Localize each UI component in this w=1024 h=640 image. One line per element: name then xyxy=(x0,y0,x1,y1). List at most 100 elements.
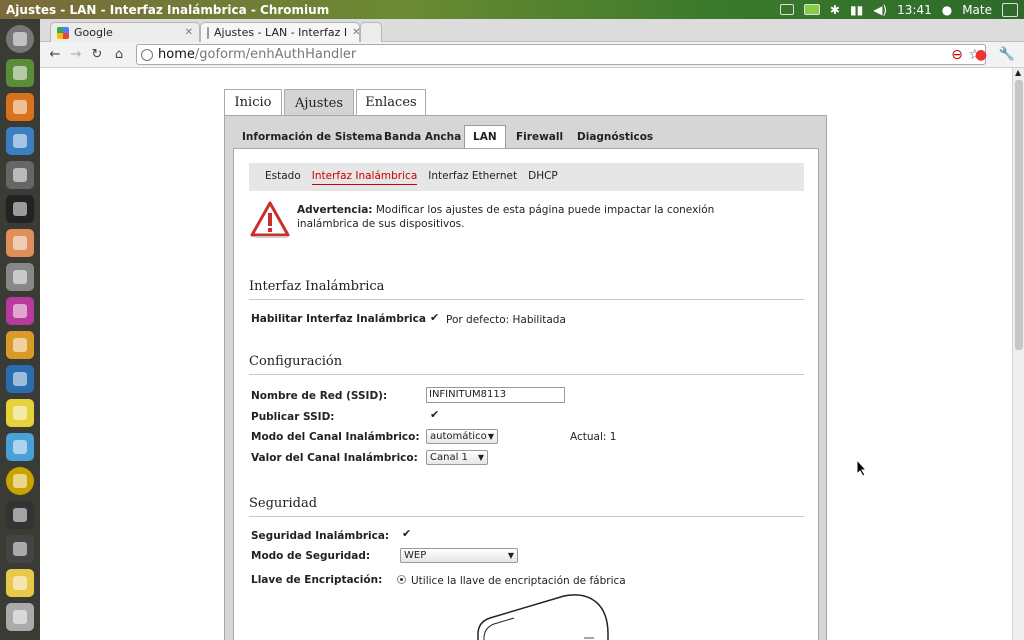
security-mode-select[interactable]: WEP ▼ xyxy=(400,548,518,563)
google-favicon-icon xyxy=(57,26,69,39)
disk-icon[interactable] xyxy=(6,229,34,257)
enable-label: Habilitar Interfaz Inalámbrica xyxy=(251,313,426,325)
media-icon[interactable] xyxy=(6,467,34,495)
dropdown-arrow-icon: ▼ xyxy=(477,453,484,462)
mouse-cursor-icon xyxy=(856,459,868,477)
subtab-informacion[interactable]: Información de Sistema xyxy=(242,127,382,147)
wireless-security-label: Seguridad Inalámbrica: xyxy=(251,530,390,542)
top-panel: Ajustes - LAN - Interfaz Inalámbrica - C… xyxy=(0,0,1024,19)
bittorrent-icon[interactable] xyxy=(6,433,34,461)
dropdown-arrow-icon: ▼ xyxy=(507,551,514,560)
launcher xyxy=(0,19,40,640)
browser-tab-strip: Google ✕ Ajustes - LAN - Interfaz I ✕ xyxy=(40,19,1024,42)
user-name[interactable]: Mate xyxy=(962,3,992,17)
scroll-thumb[interactable] xyxy=(1015,80,1023,350)
warning-icon xyxy=(250,201,290,238)
section-interfaz: Interfaz Inalámbrica xyxy=(249,279,804,300)
main-tab-inicio[interactable]: Inicio xyxy=(224,89,282,115)
main-tab-enlaces[interactable]: Enlaces xyxy=(356,89,426,115)
bluetooth-icon[interactable]: ✱ xyxy=(830,3,840,17)
enable-note: Por defecto: Habilitada xyxy=(446,314,566,326)
router-image xyxy=(477,594,609,640)
clock[interactable]: 13:41 xyxy=(897,3,932,17)
trash-icon[interactable] xyxy=(6,603,34,631)
publish-ssid-label: Publicar SSID: xyxy=(251,411,335,423)
network-icon[interactable]: ▮▮ xyxy=(850,3,863,17)
channel-mode-select[interactable]: automático ▼ xyxy=(426,429,498,444)
scroll-up-arrow-icon[interactable]: ▲ xyxy=(1015,68,1021,77)
nav-dhcp[interactable]: DHCP xyxy=(528,170,558,184)
subtab-diagnosticos[interactable]: Diagnósticos xyxy=(577,127,653,147)
warning-label: Advertencia: xyxy=(297,204,373,216)
settings-icon[interactable] xyxy=(6,161,34,189)
security-mode-label: Modo de Seguridad: xyxy=(251,550,371,562)
dash-icon[interactable] xyxy=(6,25,34,53)
publish-ssid-checkbox[interactable]: ✔ xyxy=(430,409,440,420)
forward-icon[interactable]: → xyxy=(67,46,85,64)
subtab-lan[interactable]: LAN xyxy=(464,125,506,148)
new-tab-button[interactable] xyxy=(360,22,382,42)
encryption-label: Llave de Encriptación: xyxy=(251,574,383,586)
close-tab-icon[interactable]: ✕ xyxy=(185,27,193,38)
notes-icon[interactable] xyxy=(6,569,34,597)
nav-interfaz-inalambrica[interactable]: Interfaz Inalámbrica xyxy=(311,170,418,185)
wireless-security-checkbox[interactable]: ✔ xyxy=(402,528,412,539)
user-icon[interactable]: ● xyxy=(942,3,952,17)
section-seguridad: Seguridad xyxy=(249,496,804,517)
reload-icon[interactable]: ↻ xyxy=(88,46,106,64)
mail-icon[interactable] xyxy=(779,4,794,15)
volume-icon[interactable]: ◀) xyxy=(873,3,887,17)
camera-icon[interactable] xyxy=(6,501,34,529)
battery-icon[interactable] xyxy=(803,4,820,15)
current-channel: Actual: 1 xyxy=(570,431,617,443)
main-tab-ajustes[interactable]: Ajustes xyxy=(284,89,354,116)
adblock-icon[interactable]: ⊖ xyxy=(948,46,966,64)
photos-icon[interactable] xyxy=(6,365,34,393)
factory-key-radio[interactable] xyxy=(397,575,406,584)
home-folder-icon[interactable] xyxy=(6,59,34,87)
nav-interfaz-ethernet[interactable]: Interfaz Ethernet xyxy=(428,170,517,184)
address-bar[interactable]: home/goform/enhAuthHandler ☆ xyxy=(136,44,986,65)
page-info-icon[interactable] xyxy=(141,48,153,61)
lan-subnav: Estado Interfaz Inalámbrica Interfaz Eth… xyxy=(249,163,804,191)
close-tab-icon[interactable]: ✕ xyxy=(352,27,359,38)
section-configuracion: Configuración xyxy=(249,354,804,375)
system-tray: ✱ ▮▮ ◀) 13:41 ● Mate xyxy=(779,2,1024,17)
ssid-input[interactable]: INFINITUM8113 xyxy=(426,387,565,403)
writer-icon[interactable] xyxy=(6,127,34,155)
paint-icon[interactable] xyxy=(6,331,34,359)
url-path: /goform/enhAuthHandler xyxy=(194,47,357,62)
channel-value-select[interactable]: Canal 1 ▼ xyxy=(426,450,488,465)
star-icon[interactable] xyxy=(6,399,34,427)
browser-toolbar: ← → ↻ ⌂ home/goform/enhAuthHandler ☆ ⊖ ●… xyxy=(40,42,1024,68)
screenshot-icon[interactable] xyxy=(6,535,34,563)
ssid-label: Nombre de Red (SSID): xyxy=(251,390,388,402)
home-icon[interactable]: ⌂ xyxy=(110,46,128,64)
channel-value: Canal 1 xyxy=(430,452,468,463)
channel-mode-value: automático xyxy=(430,431,487,442)
tab-google[interactable]: Google ✕ xyxy=(50,22,200,42)
channel-value-label: Valor del Canal Inalámbrico: xyxy=(251,452,418,464)
subtab-banda-ancha[interactable]: Banda Ancha xyxy=(384,127,461,147)
back-icon[interactable]: ← xyxy=(46,46,64,64)
power-icon[interactable] xyxy=(1002,2,1018,17)
chromium-icon[interactable] xyxy=(6,93,34,121)
chat-icon[interactable] xyxy=(6,297,34,325)
page-content: Inicio Ajustes Enlaces Información de Si… xyxy=(40,68,1012,640)
subtab-firewall[interactable]: Firewall xyxy=(516,127,563,147)
factory-key-option: Utilice la llave de encriptación de fábr… xyxy=(411,575,626,587)
calculator-icon[interactable] xyxy=(6,263,34,291)
terminal-icon[interactable] xyxy=(6,195,34,223)
security-mode-value: WEP xyxy=(404,550,427,561)
channel-mode-label: Modo del Canal Inalámbrico: xyxy=(251,431,420,443)
enable-checkbox[interactable]: ✔ xyxy=(430,312,440,323)
page-scrollbar[interactable]: ▲ xyxy=(1012,68,1024,640)
window-title: Ajustes - LAN - Interfaz Inalámbrica - C… xyxy=(6,2,330,17)
nav-estado[interactable]: Estado xyxy=(265,170,301,184)
extension-icon[interactable]: ● xyxy=(972,46,990,64)
wrench-icon[interactable]: 🔧 xyxy=(998,46,1016,64)
tab-label: Ajustes - LAN - Interfaz I xyxy=(214,26,348,39)
tab-label: Google xyxy=(74,26,113,39)
dropdown-arrow-icon: ▼ xyxy=(487,432,494,441)
tab-ajustes[interactable]: Ajustes - LAN - Interfaz I ✕ xyxy=(200,22,360,42)
